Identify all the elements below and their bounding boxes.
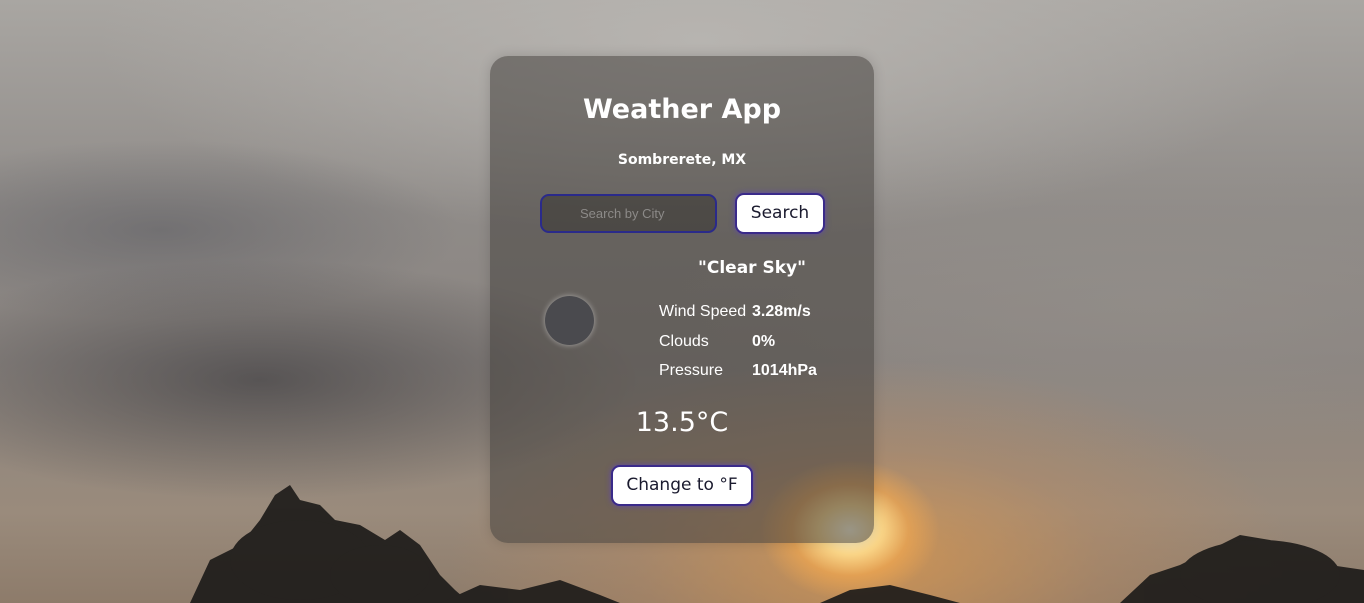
temperature-readout: 13.5°C bbox=[635, 407, 729, 438]
weather-condition-icon bbox=[545, 296, 594, 345]
stat-value: 3.28m/s bbox=[752, 303, 811, 320]
stat-label: Wind Speed bbox=[659, 303, 747, 320]
search-button[interactable]: Search bbox=[735, 193, 825, 234]
stat-value: 0% bbox=[752, 332, 776, 350]
app-title: Weather App bbox=[582, 94, 782, 125]
change-unit-button[interactable]: Change to °F bbox=[611, 465, 753, 506]
stat-value: 1014hPa bbox=[752, 362, 817, 379]
search-input[interactable] bbox=[540, 194, 717, 233]
location-label: Sombrerete, MX bbox=[617, 152, 747, 168]
weather-description: "Clear Sky" bbox=[698, 258, 806, 278]
stat-label: Clouds bbox=[659, 332, 709, 350]
stat-label: Pressure bbox=[659, 362, 724, 379]
